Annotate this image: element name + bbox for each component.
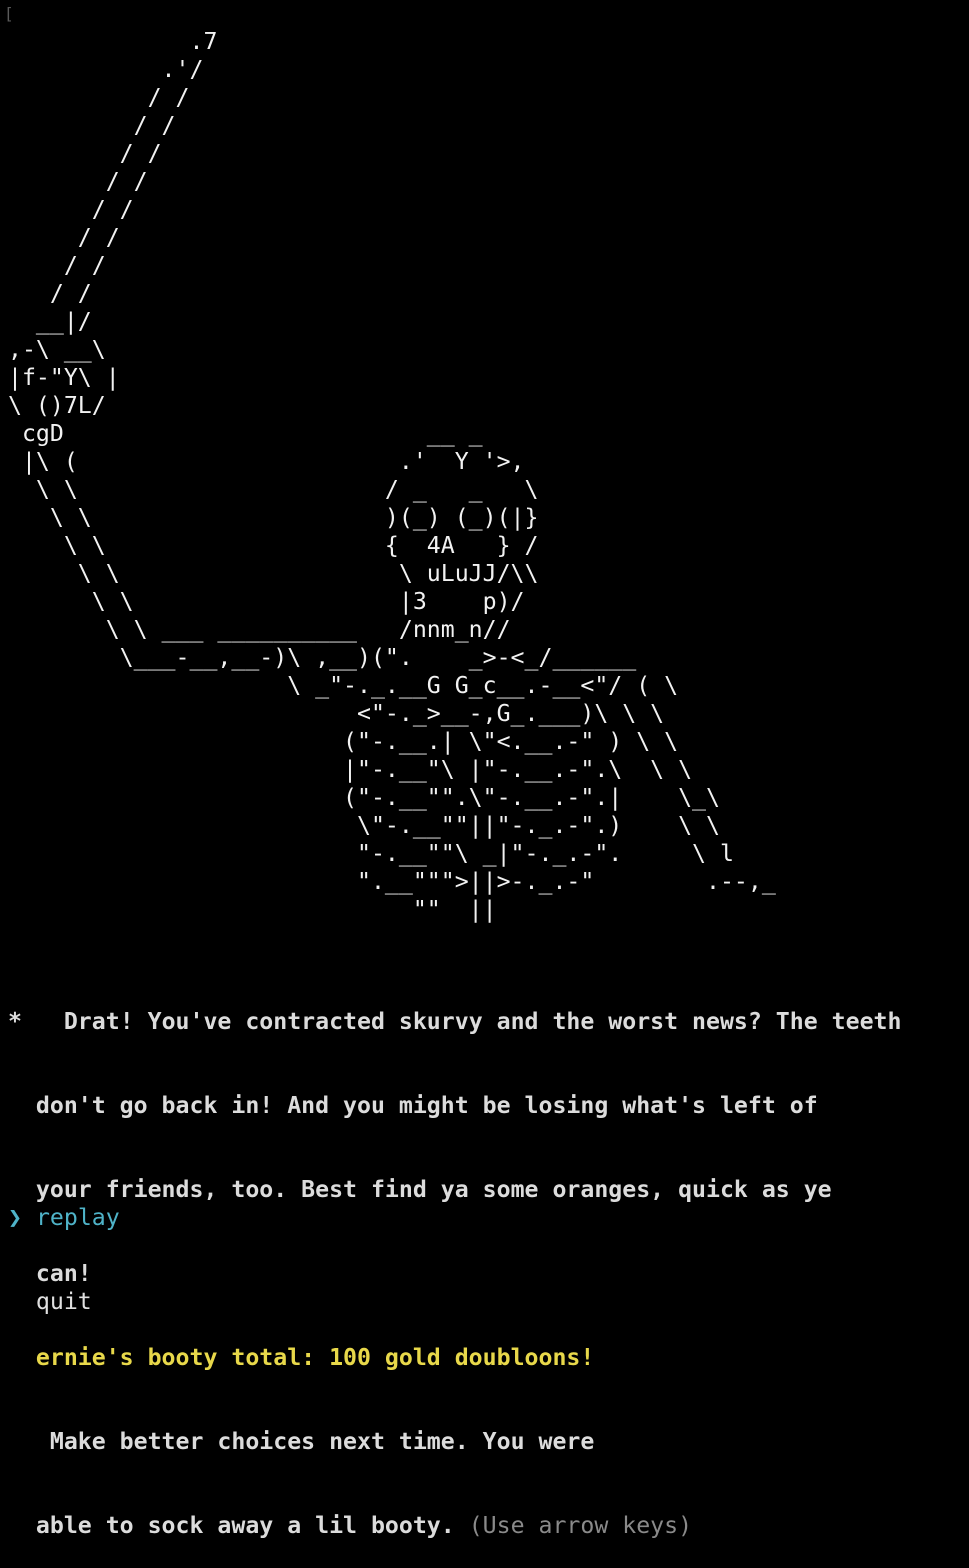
menu-option-replay[interactable]: ❯ replay	[8, 1204, 120, 1232]
advice-line-2: able to sock away a lil booty. (Use arro…	[35, 1512, 693, 1539]
skeleton-pirate-ascii-art: .7 .'/ / / / / / / / / / / / / / / / / _…	[8, 28, 776, 923]
selection-pointer-icon: ❯	[8, 1204, 22, 1231]
message-line-4: can!	[35, 1260, 92, 1287]
arrow-keys-hint: (Use arrow keys)	[468, 1512, 693, 1539]
booty-total-line: ernie's booty total: 100 gold doubloons!	[8, 1344, 901, 1372]
menu-option-label: quit	[35, 1288, 92, 1315]
menu-option-quit[interactable]: quit	[8, 1288, 120, 1316]
game-over-message: * Drat! You've contracted skurvy and the…	[8, 952, 901, 1568]
advice-line-1: Make better choices next time. You were	[35, 1428, 595, 1455]
message-line-1: * Drat! You've contracted skurvy and the…	[8, 1008, 902, 1035]
booty-total: ernie's booty total: 100 gold doubloons!	[35, 1344, 595, 1371]
message-bullet: *	[8, 1008, 22, 1035]
message-line-2: don't go back in! And you might be losin…	[35, 1092, 818, 1119]
menu-option-label: replay	[35, 1204, 120, 1231]
choice-menu: ❯ replay quit	[8, 1148, 120, 1344]
terminal-cursor-mark: [	[4, 4, 14, 23]
message-line-3: your friends, too. Best find ya some ora…	[35, 1176, 832, 1203]
